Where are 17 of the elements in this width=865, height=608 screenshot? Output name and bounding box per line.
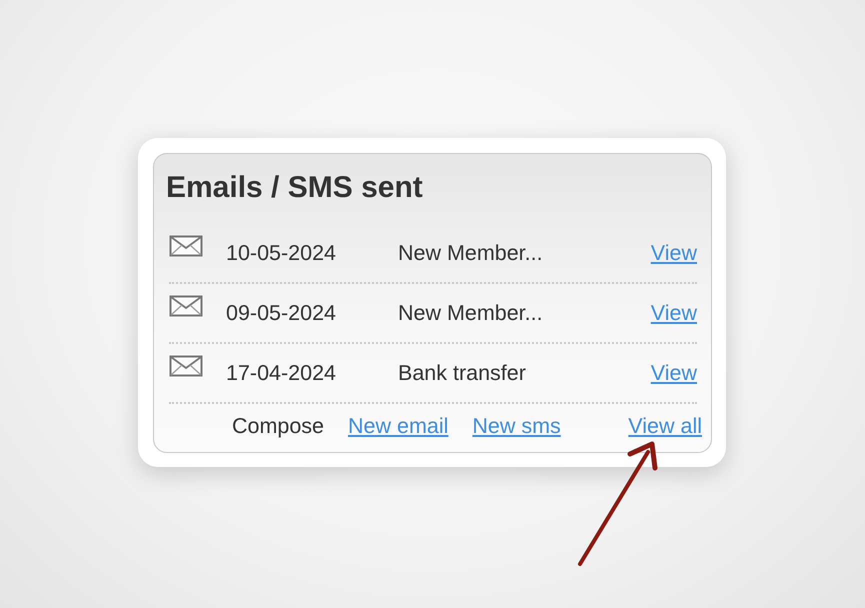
message-subject: New Member... [398, 300, 544, 327]
envelope-icon [169, 295, 203, 317]
compose-link[interactable]: New email [348, 410, 448, 442]
view-link[interactable]: View [650, 356, 697, 390]
message-date: 17-04-2024 [226, 360, 337, 387]
view-link[interactable]: View [650, 236, 697, 270]
panel-title: Emails / SMS sent [166, 170, 424, 206]
compose-link[interactable]: New sms [472, 410, 561, 442]
view-all-link[interactable]: View all [628, 410, 702, 442]
message-subject: Bank transfer [398, 360, 527, 387]
compose-label: Compose [232, 413, 324, 440]
message-date: 10-05-2024 [226, 240, 337, 267]
message-subject: New Member... [398, 240, 544, 267]
message-date: 09-05-2024 [226, 300, 337, 327]
view-link[interactable]: View [650, 296, 697, 330]
envelope-icon [169, 235, 203, 257]
envelope-icon [169, 355, 203, 377]
